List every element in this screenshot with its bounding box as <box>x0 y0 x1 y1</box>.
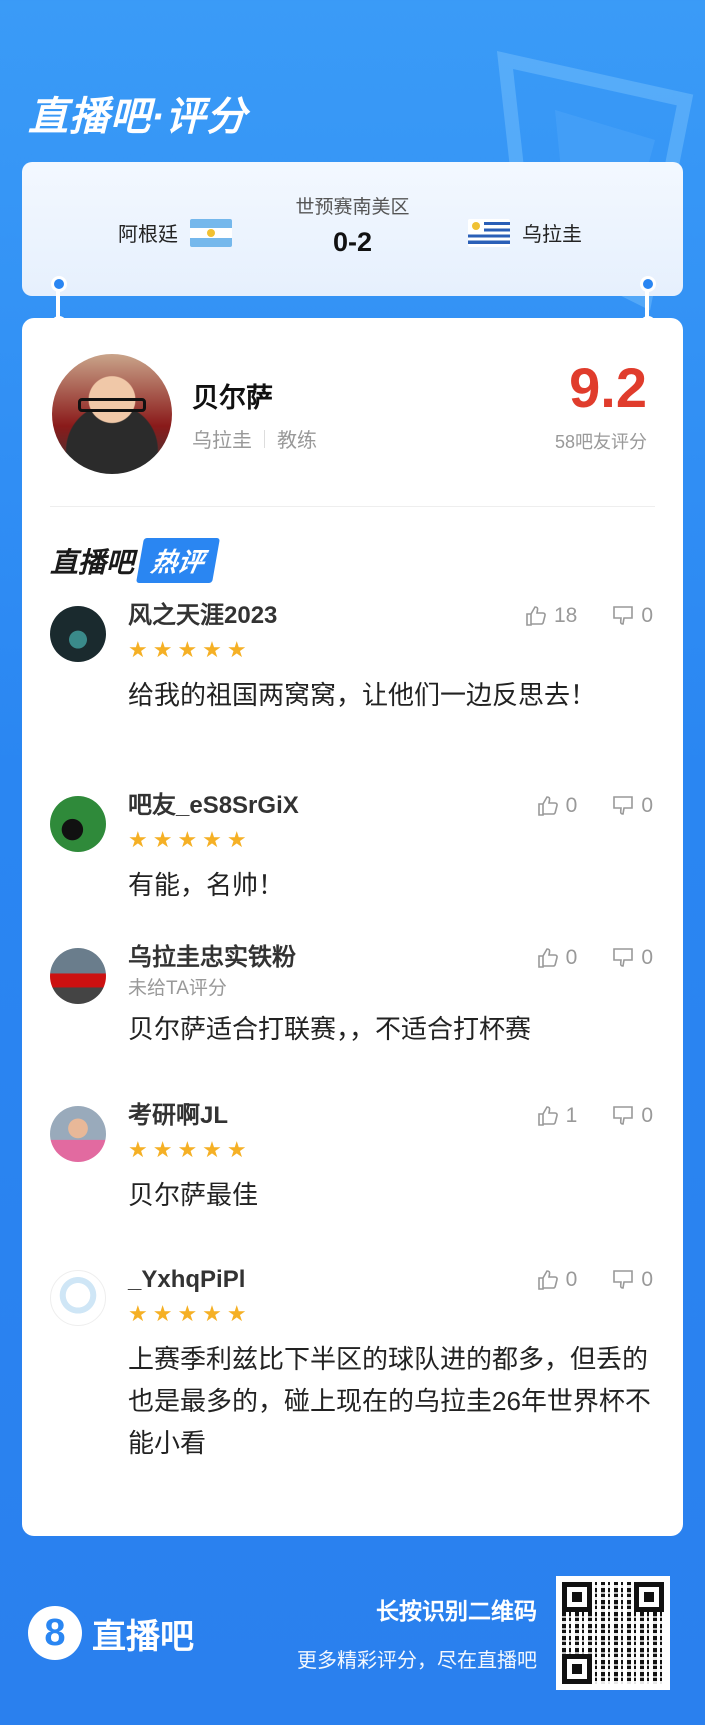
rating-card: 贝尔萨 乌拉圭 教练 9.2 58吧友评分 直播吧 热评 风之天涯2023 ★★… <box>22 318 683 1536</box>
rating-count: 58吧友评分 <box>554 432 647 452</box>
dislike-button[interactable]: 0 <box>611 604 653 628</box>
dislike-count: 0 <box>641 794 653 817</box>
qr-code-icon[interactable] <box>556 1576 670 1690</box>
rating-block: 9.2 58吧友评分 <box>555 360 647 454</box>
star-rating: ★★★★★ <box>128 637 252 662</box>
divider <box>50 506 655 507</box>
like-icon <box>537 1106 558 1126</box>
comment-actions: 0 0 <box>536 1264 653 1296</box>
rating-score: 9.2 <box>569 356 647 419</box>
like-count: 1 <box>565 1104 578 1127</box>
away-team: 乌拉圭 <box>468 218 582 247</box>
like-icon <box>537 1270 558 1290</box>
coach-name[interactable]: 贝尔萨 <box>192 376 273 415</box>
match-score: 0-2 <box>332 227 373 257</box>
dislike-icon <box>613 1106 634 1125</box>
meta-divider <box>264 429 265 448</box>
competition-label: 世预赛南美区 <box>295 197 410 218</box>
dislike-icon <box>613 1270 634 1289</box>
card-connector-left <box>51 276 67 332</box>
like-icon <box>537 796 558 816</box>
dislike-count: 0 <box>641 604 653 627</box>
like-icon <box>526 606 546 626</box>
dislike-icon <box>613 606 634 625</box>
footer-cta: 长按识别二维码 更多精彩评分，尽在直播吧 <box>297 1592 537 1673</box>
list-item: 风之天涯2023 ★★★★★ 给我的祖国两窝窝，让他们一边反思去！ 18 0 <box>22 600 683 716</box>
star-rating: ★★★★★ <box>128 1301 252 1326</box>
comment-text: 上赛季利兹比下半区的球队进的都多，但丢的也是最多的，碰上现在的乌拉圭26年世界杯… <box>128 1344 651 1458</box>
list-item: 考研啊JL ★★★★★ 贝尔萨最佳 1 0 <box>22 1100 683 1216</box>
comment-text: 贝尔萨最佳 <box>128 1180 259 1210</box>
uruguay-flag-icon <box>468 218 510 247</box>
list-item: 吧友_eS8SrGiX ★★★★★ 有能，名帅！ 0 0 <box>22 790 683 906</box>
hot-brand: 直播吧 <box>50 546 135 578</box>
like-button[interactable]: 0 <box>536 794 578 818</box>
page-title: 直播吧·评分 <box>28 95 248 139</box>
hot-comments-header: 直播吧 热评 <box>50 538 220 583</box>
no-rating-label: 未给TA评分 <box>128 978 227 999</box>
star-rating: ★★★★★ <box>128 1137 252 1162</box>
dislike-button[interactable]: 0 <box>611 1268 653 1292</box>
dislike-count: 0 <box>641 946 653 969</box>
avatar[interactable] <box>50 1106 106 1162</box>
like-button[interactable]: 1 <box>536 1104 578 1128</box>
hot-badge: 热评 <box>136 538 220 583</box>
like-count: 18 <box>553 604 578 627</box>
dislike-icon <box>613 796 634 815</box>
dislike-count: 0 <box>641 1104 653 1127</box>
avatar[interactable] <box>50 948 106 1004</box>
comment-actions: 0 0 <box>536 942 653 974</box>
footer-logo: 8 直播吧 <box>28 1606 194 1660</box>
comment-text: 有能，名帅！ <box>128 870 285 900</box>
match-card: 阿根廷 世预赛南美区 0-2 乌拉圭 <box>22 162 683 296</box>
dislike-button[interactable]: 0 <box>611 794 653 818</box>
like-count: 0 <box>565 794 578 817</box>
comment-actions: 18 0 <box>524 600 653 632</box>
like-button[interactable]: 18 <box>524 604 577 628</box>
dislike-button[interactable]: 0 <box>611 946 653 970</box>
list-item: _YxhqPiPl ★★★★★ 上赛季利兹比下半区的球队进的都多，但丢的也是最多… <box>22 1264 683 1464</box>
avatar[interactable] <box>50 796 106 852</box>
coach-avatar[interactable] <box>52 354 172 474</box>
star-rating: ★★★★★ <box>128 827 252 852</box>
dislike-icon <box>613 948 634 967</box>
like-icon <box>537 948 558 968</box>
list-item: 乌拉圭忠实铁粉 未给TA评分 贝尔萨适合打联赛，，不适合打杯赛 0 0 <box>22 942 683 1050</box>
coach-team: 乌拉圭 <box>192 430 252 452</box>
like-count: 0 <box>565 1268 578 1291</box>
logo-icon: 8 <box>28 1606 82 1660</box>
like-count: 0 <box>565 946 578 969</box>
logo-text: 直播吧 <box>92 1617 194 1656</box>
avatar[interactable] <box>50 606 106 662</box>
dislike-count: 0 <box>641 1268 653 1291</box>
cta-sub: 更多精彩评分，尽在直播吧 <box>297 1650 537 1672</box>
comment-text: 贝尔萨适合打联赛，，不适合打杯赛 <box>128 1014 532 1044</box>
cta-main: 长按识别二维码 <box>376 1598 537 1624</box>
avatar[interactable] <box>50 1270 106 1326</box>
match-info: 世预赛南美区 0-2 <box>22 192 683 258</box>
comment-actions: 0 0 <box>536 790 653 822</box>
like-button[interactable]: 0 <box>536 1268 578 1292</box>
card-connector-right <box>640 276 656 332</box>
comment-actions: 1 0 <box>536 1100 653 1132</box>
coach-role: 教练 <box>277 430 317 452</box>
dislike-button[interactable]: 0 <box>611 1104 653 1128</box>
coach-meta: 乌拉圭 教练 <box>192 424 317 453</box>
away-team-name: 乌拉圭 <box>522 224 582 246</box>
comment-text: 给我的祖国两窝窝，让他们一边反思去！ <box>128 680 597 710</box>
like-button[interactable]: 0 <box>536 946 578 970</box>
